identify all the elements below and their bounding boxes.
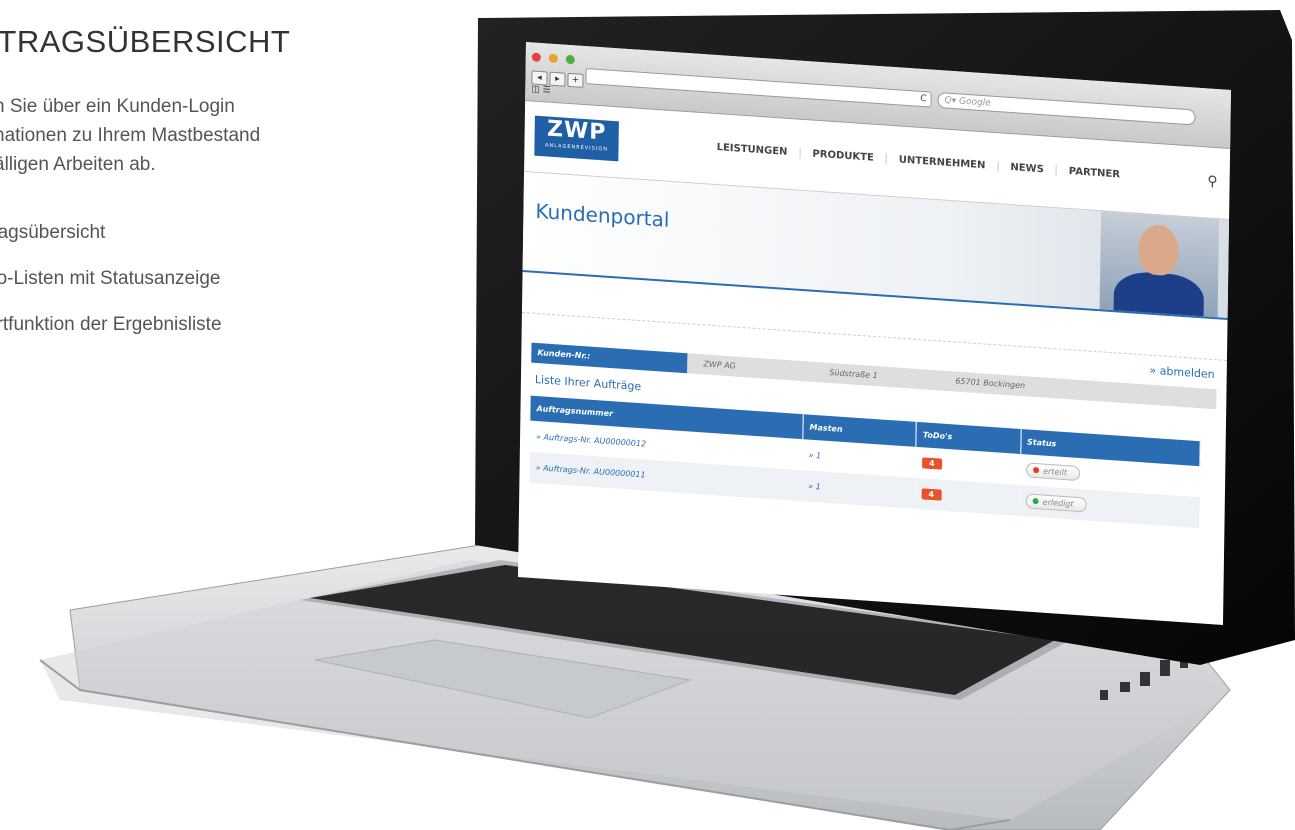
zwp-logo[interactable]: ZWP ANLAGENREVISION [534, 115, 619, 162]
laptop-screen: ◂ ▸ + C Q▾ Google ◫ ☰ ZWP ANLAGENREVISION … [517, 42, 1231, 625]
new-tab-button[interactable]: + [567, 72, 584, 88]
contact-portrait [1099, 211, 1220, 318]
masts-link[interactable]: » 1 [801, 470, 916, 509]
status-dot-icon [1033, 466, 1040, 474]
status-badge: erteilt [1026, 462, 1081, 482]
nav-item-produkte[interactable]: PRODUKTE [800, 147, 887, 165]
status-dot-icon [1032, 497, 1039, 505]
forward-button[interactable]: ▸ [549, 71, 566, 87]
todo-count-badge[interactable]: 4 [921, 488, 942, 501]
banner-title: Kundenportal [535, 198, 670, 232]
nav-item-leistungen[interactable]: LEISTUNGEN [704, 141, 801, 159]
minimize-icon[interactable] [548, 53, 558, 64]
back-button[interactable]: ◂ [531, 70, 548, 86]
search-icon[interactable]: ⚲ [1207, 173, 1218, 190]
browser-search-input[interactable]: Q▾ Google [937, 92, 1196, 126]
maximize-icon[interactable] [565, 54, 576, 65]
url-bar[interactable]: C [585, 68, 932, 108]
nav-item-partner[interactable]: PARTNER [1057, 165, 1132, 181]
nav-item-news[interactable]: NEWS [998, 161, 1057, 177]
nav-item-unternehmen[interactable]: UNTERNEHMEN [886, 153, 999, 173]
main-nav: LEISTUNGEN PRODUKTE UNTERNEHMEN NEWS PARTNER [704, 141, 1133, 181]
status-label: erteilt [1043, 466, 1068, 478]
status-badge: erledigt [1025, 493, 1087, 513]
todo-count-badge[interactable]: 4 [921, 457, 942, 470]
reload-icon[interactable]: C [920, 94, 926, 104]
bookmarks-bar[interactable]: ◫ ☰ [531, 84, 551, 95]
status-label: erledigt [1042, 497, 1074, 509]
close-icon[interactable] [531, 52, 541, 63]
